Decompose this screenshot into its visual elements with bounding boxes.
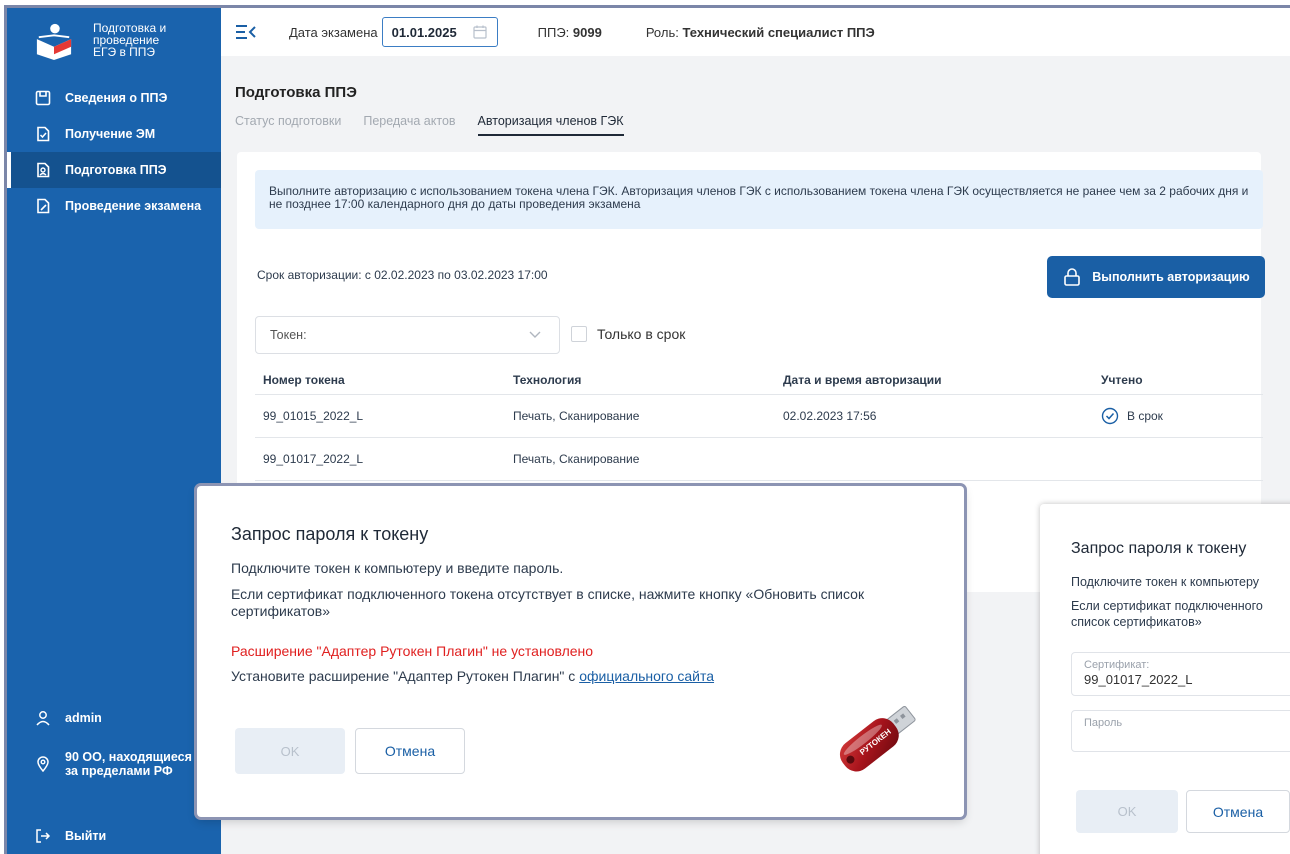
certificate-select[interactable]: Сертификат: 99_01017_2022_L xyxy=(1071,652,1290,696)
check-circle-icon xyxy=(1101,407,1119,424)
tab-prep-status[interactable]: Статус подготовки xyxy=(235,114,341,136)
exam-date-picker[interactable]: 01.01.2025 xyxy=(381,17,498,47)
dialog-title: Запрос пароля к токену xyxy=(1071,540,1247,557)
tab-gek-authorization[interactable]: Авторизация членов ГЭК xyxy=(477,114,624,136)
lock-icon xyxy=(1064,268,1081,286)
token-select[interactable]: Токен: xyxy=(255,316,560,354)
dialog-hint-cont: список сертификатов» xyxy=(1071,615,1202,629)
tokens-table: Номер токена Технология Дата и время авт… xyxy=(255,366,1263,481)
password-label: Пароль xyxy=(1084,717,1123,729)
token-password-dialog: Запрос пароля к токену Подключите токен … xyxy=(1040,504,1290,854)
install-text: Установите расширение "Адаптер Рутокен П… xyxy=(231,668,580,684)
logout-label: Выйти xyxy=(65,829,107,843)
ok-button[interactable]: OK xyxy=(1076,790,1178,833)
document-pen-icon xyxy=(35,198,51,214)
location-pin-icon xyxy=(35,756,51,772)
tab-acts-transfer[interactable]: Передача актов xyxy=(363,114,455,136)
location-name: 90 ОО, находящиеся за пределами РФ xyxy=(65,750,192,778)
status-badge: В срок xyxy=(1101,407,1263,425)
logo-text: Подготовка и проведение ЕГЭ в ППЭ xyxy=(93,21,167,59)
token-password-dialog-error: Запрос пароля к токену Подключите токен … xyxy=(197,486,964,817)
status-text: В срок xyxy=(1127,408,1163,423)
counted-status: В срок xyxy=(1093,394,1263,438)
info-banner: Выполните авторизацию с использованием т… xyxy=(255,170,1263,229)
rutoken-usb-icon: РУТОКЕН xyxy=(839,706,916,772)
nav-item-label: Подготовка ППЭ xyxy=(65,163,167,177)
official-site-link[interactable]: официального сайта xyxy=(579,668,714,684)
dialog-instruction: Подключите токен к компьютеру и введите … xyxy=(231,560,564,576)
nav-item-label: Сведения о ППЭ xyxy=(65,91,168,105)
column-header[interactable]: Технология xyxy=(505,366,775,395)
authorize-button-label: Выполнить авторизацию xyxy=(1092,270,1250,284)
table-header-row: Номер токена Технология Дата и время авт… xyxy=(255,366,1263,395)
nav-item-receive-em[interactable]: Получение ЭМ xyxy=(7,116,221,152)
nav-item-prepare-ppe[interactable]: Подготовка ППЭ xyxy=(7,152,221,188)
counted-status xyxy=(1093,437,1263,481)
nav-item-exam[interactable]: Проведение экзамена xyxy=(7,188,221,224)
document-check-icon xyxy=(35,126,51,142)
logo: Подготовка и проведение ЕГЭ в ППЭ xyxy=(7,8,221,80)
document-user-icon xyxy=(35,162,51,178)
ok-button[interactable]: OK xyxy=(235,728,345,774)
nav-item-ppe-info[interactable]: Сведения о ППЭ xyxy=(7,80,221,116)
ppe-info: ППЭ: 9099 xyxy=(538,25,602,40)
token-number: 99_01015_2022_L xyxy=(255,394,505,438)
sidebar-footer: admin 90 ОО, находящиеся за пределами РФ… xyxy=(7,706,221,848)
table-row[interactable]: 99_01017_2022_L Печать, Сканирование xyxy=(255,437,1263,481)
location-selector[interactable]: 90 ОО, находящиеся за пределами РФ xyxy=(7,746,221,782)
checkbox-box xyxy=(571,326,587,342)
chevron-down-icon xyxy=(529,331,541,338)
nav-item-label: Получение ЭМ xyxy=(65,127,156,141)
logout-icon xyxy=(35,828,51,844)
dialog-hint: Если сертификат подключенного xyxy=(1071,599,1263,613)
page-title: Подготовка ППЭ xyxy=(235,84,357,101)
ppe-value: 9099 xyxy=(572,24,602,40)
cancel-button[interactable]: Отмена xyxy=(355,728,465,774)
nav-item-label: Проведение экзамена xyxy=(65,199,202,213)
certificate-value: 99_01017_2022_L xyxy=(1084,672,1193,687)
calendar-icon xyxy=(473,25,487,39)
dialog-hint: Если сертификат подключенного токена отс… xyxy=(231,586,865,619)
logout-button[interactable]: Выйти xyxy=(7,824,221,848)
token-select-label: Токен: xyxy=(270,328,307,342)
collapse-menu-icon[interactable] xyxy=(235,24,257,40)
role-info: Роль: Технический специалист ППЭ xyxy=(646,25,875,40)
only-in-time-label: Только в срок xyxy=(597,326,686,342)
only-in-time-checkbox[interactable]: Только в срок xyxy=(571,326,685,342)
technology: Печать, Сканирование xyxy=(505,394,775,438)
save-icon xyxy=(35,90,51,106)
password-field[interactable]: Пароль xyxy=(1071,710,1290,752)
column-header[interactable]: Учтено xyxy=(1093,366,1263,395)
dialog-title: Запрос пароля к токену xyxy=(231,524,429,544)
auth-datetime xyxy=(775,437,1093,481)
authorization-deadline: Срок авторизации: с 02.02.2023 по 03.02.… xyxy=(257,268,548,282)
role-label: Роль: xyxy=(645,24,683,40)
table-row[interactable]: 99_01015_2022_L Печать, Сканирование 02.… xyxy=(255,394,1263,438)
top-header: Дата экзамена 01.01.2025 ППЭ: 9099 Роль:… xyxy=(221,8,1290,56)
install-instruction: Установите расширение "Адаптер Рутокен П… xyxy=(231,668,714,685)
authorize-button[interactable]: Выполнить авторизацию xyxy=(1047,256,1265,298)
user-menu[interactable]: admin xyxy=(7,706,221,730)
plugin-error-text: Расширение "Адаптер Рутокен Плагин" не у… xyxy=(231,643,594,659)
auth-datetime: 02.02.2023 17:56 xyxy=(775,394,1093,438)
dialog-instruction: Подключите токен к компьютеру xyxy=(1071,575,1260,589)
token-number: 99_01017_2022_L xyxy=(255,437,505,481)
logo-icon xyxy=(36,23,72,60)
tabs: Статус подготовки Передача актов Авториз… xyxy=(235,114,646,136)
cancel-button[interactable]: Отмена xyxy=(1186,790,1290,833)
sidebar: Подготовка и проведение ЕГЭ в ППЭ Сведен… xyxy=(7,8,221,854)
ppe-label: ППЭ: xyxy=(537,24,573,40)
certificate-label: Сертификат: xyxy=(1084,659,1150,671)
exam-date-label: Дата экзамена xyxy=(289,24,378,40)
user-name: admin xyxy=(65,711,102,725)
technology: Печать, Сканирование xyxy=(505,437,775,481)
exam-date-value: 01.01.2025 xyxy=(391,24,457,40)
user-icon xyxy=(35,710,51,726)
column-header[interactable]: Номер токена xyxy=(255,366,505,395)
role-value: Технический специалист ППЭ xyxy=(682,24,875,40)
column-header[interactable]: Дата и время авторизации xyxy=(775,366,1093,395)
